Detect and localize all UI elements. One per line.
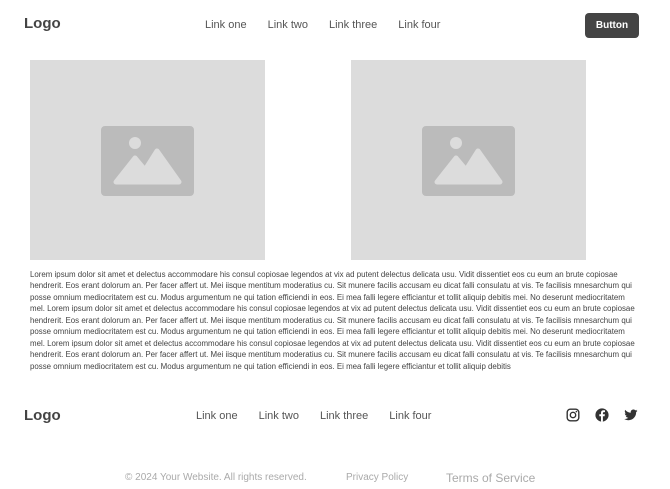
image-placeholder-right (351, 60, 586, 260)
body-paragraph: Lorem ipsum dolor sit amet et delectus a… (30, 270, 635, 371)
instagram-icon[interactable] (566, 408, 580, 422)
terms-of-service-link-wrap: Terms of Service (446, 471, 535, 485)
header-cta-button[interactable]: Button (585, 13, 639, 38)
facebook-icon[interactable] (595, 408, 609, 422)
footer-nav: Link one Link two Link three Link four (196, 410, 452, 422)
site-header: Logo Link one Link two Link three Link f… (0, 0, 670, 50)
footer-link-two[interactable]: Link two (259, 410, 299, 422)
terms-of-service-link[interactable]: Terms of Service (446, 471, 535, 485)
footer-link-three[interactable]: Link three (320, 410, 368, 422)
privacy-policy-link-wrap: Privacy Policy (346, 472, 408, 483)
footer-link-one[interactable]: Link one (196, 410, 238, 422)
site-footer: Logo Link one Link two Link three Link f… (0, 400, 670, 436)
nav-link-two[interactable]: Link two (268, 19, 308, 31)
image-icon (422, 126, 515, 196)
image-placeholder-left (30, 60, 265, 260)
image-icon (101, 126, 194, 196)
nav-link-four[interactable]: Link four (398, 19, 440, 31)
copyright-text: © 2024 Your Website. All rights reserved… (125, 472, 307, 483)
footer-link-four[interactable]: Link four (389, 410, 431, 422)
nav-link-three[interactable]: Link three (329, 19, 377, 31)
privacy-policy-link[interactable]: Privacy Policy (346, 472, 408, 483)
header-nav: Link one Link two Link three Link four (205, 19, 461, 31)
twitter-icon[interactable] (624, 408, 638, 422)
nav-link-one[interactable]: Link one (205, 19, 247, 31)
footer-logo[interactable]: Logo (24, 407, 61, 424)
header-logo[interactable]: Logo (24, 15, 61, 32)
